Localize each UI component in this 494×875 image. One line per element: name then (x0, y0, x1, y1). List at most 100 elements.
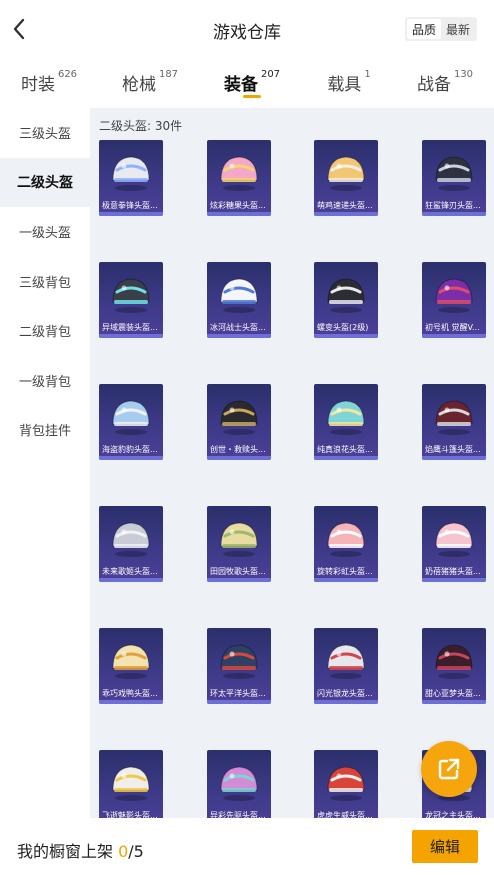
sidebar-item-level2-backpack[interactable]: 二级背包 (0, 306, 90, 356)
item-card[interactable]: 极意拳锋头盔... (99, 140, 163, 216)
item-card[interactable]: 甜心亚梦头盔... (422, 628, 486, 704)
item-name: 焰鹰斗篷头盔... (425, 445, 481, 454)
helmet-icon (220, 644, 258, 679)
quality-bar (422, 334, 486, 338)
helmet-icon (327, 400, 365, 435)
item-name: 初号机 觉醒V... (425, 323, 480, 332)
quality-bar (422, 578, 486, 582)
item-name: 甜心亚梦头盔... (425, 689, 481, 698)
item-card[interactable]: 初号机 觉醒V... (422, 262, 486, 338)
item-name: 异彩先驱头盔... (210, 811, 266, 818)
quality-bar (314, 578, 378, 582)
helmet-icon (435, 156, 473, 191)
item-name: 纯真浪花头盔... (317, 445, 373, 454)
item-card[interactable]: 旋转彩虹头盔... (314, 506, 378, 582)
sort-option-quality[interactable]: 品质 (407, 19, 441, 39)
sort-toggle[interactable]: 品质 最新 (405, 17, 477, 41)
quality-bar (99, 456, 163, 460)
item-name: 闪光银龙头盔... (317, 689, 373, 698)
item-card[interactable]: 纯真浪花头盔... (314, 384, 378, 460)
tab-vehicles[interactable]: 载具 1 (302, 58, 396, 108)
item-card[interactable]: 未来歌姬头盔... (99, 506, 163, 582)
quality-bar (314, 212, 378, 216)
helmet-icon (220, 522, 258, 557)
item-card[interactable]: 异彩先驱头盔... (207, 750, 271, 818)
item-name: 螺变头盔(2级) (317, 323, 369, 332)
item-card[interactable]: 焰鹰斗篷头盔... (422, 384, 486, 460)
edit-button[interactable]: 编辑 (412, 830, 478, 863)
tab-fashion[interactable]: 时装 626 (0, 58, 98, 108)
sidebar-item-level1-helmet[interactable]: 一级头盔 (0, 207, 90, 257)
item-grid-panel: 二级头盔: 30件 极意拳锋头盔... 炫彩糖果头盔... 萌鸡速递头盔... 狂鲨锋… (90, 108, 494, 818)
item-name: 飞逝魅影头盔... (102, 811, 158, 818)
bottom-bar: 我的橱窗上架 0/5 编辑 (0, 818, 494, 875)
quality-bar (99, 334, 163, 338)
item-name: 萌鸡速递头盔... (317, 201, 373, 210)
item-card[interactable]: 环太平洋头盔... (207, 628, 271, 704)
item-card[interactable]: 乖巧戏鸭头盔... (99, 628, 163, 704)
helmet-icon (112, 156, 150, 191)
item-card[interactable]: 海盗豹豹头盔... (99, 384, 163, 460)
sidebar: 三级头盔 二级头盔 一级头盔 三级背包 二级背包 一级背包 背包挂件 (0, 108, 90, 818)
quality-bar (422, 212, 486, 216)
tab-supplies[interactable]: 战备 130 (396, 58, 494, 108)
quality-bar (99, 700, 163, 704)
quality-bar (314, 700, 378, 704)
quality-bar (99, 212, 163, 216)
share-button[interactable] (421, 741, 477, 797)
item-name: 龙冠之主头盔... (425, 811, 481, 818)
item-card[interactable]: 狂鲨锋刃头盔... (422, 140, 486, 216)
item-card[interactable]: 奶蓓猪猪头盔... (422, 506, 486, 582)
item-name: 炫彩糖果头盔... (210, 201, 266, 210)
sort-option-latest[interactable]: 最新 (441, 19, 475, 39)
helmet-icon (220, 156, 258, 191)
quality-bar (207, 212, 271, 216)
quality-bar (207, 700, 271, 704)
helmet-icon (327, 766, 365, 801)
item-card[interactable]: 虎虎生威头盔... (314, 750, 378, 818)
item-name: 虎虎生威头盔... (317, 811, 373, 818)
item-card[interactable]: 飞逝魅影头盔... (99, 750, 163, 818)
quality-bar (314, 456, 378, 460)
tab-equipment[interactable]: 装备 207 (202, 58, 302, 108)
helmet-icon (327, 278, 365, 313)
item-name: 创世・救赎头... (210, 445, 266, 454)
item-name: 环太平洋头盔... (210, 689, 266, 698)
helmet-icon (220, 766, 258, 801)
helmet-icon (112, 644, 150, 679)
helmet-icon (435, 278, 473, 313)
item-name: 异域震装头盔... (102, 323, 158, 332)
item-card[interactable]: 异域震装头盔... (99, 262, 163, 338)
item-card[interactable]: 萌鸡速递头盔... (314, 140, 378, 216)
sidebar-item-level3-helmet[interactable]: 三级头盔 (0, 108, 90, 158)
active-tab-indicator (243, 95, 261, 98)
item-card[interactable]: 创世・救赎头... (207, 384, 271, 460)
item-card[interactable]: 炫彩糖果头盔... (207, 140, 271, 216)
item-name: 冰河战士头盔... (210, 323, 266, 332)
quality-bar (207, 456, 271, 460)
sidebar-item-level1-backpack[interactable]: 一级背包 (0, 356, 90, 406)
quality-bar (99, 578, 163, 582)
sidebar-item-level3-backpack[interactable]: 三级背包 (0, 257, 90, 307)
helmet-icon (112, 522, 150, 557)
item-card[interactable]: 冰河战士头盔... (207, 262, 271, 338)
quality-bar (422, 456, 486, 460)
helmet-icon (327, 156, 365, 191)
tab-guns[interactable]: 枪械 187 (98, 58, 202, 108)
helmet-icon (112, 766, 150, 801)
helmet-icon (220, 400, 258, 435)
item-name: 旋转彩虹头盔... (317, 567, 373, 576)
sidebar-item-backpack-charm[interactable]: 背包挂件 (0, 405, 90, 455)
item-name: 乖巧戏鸭头盔... (102, 689, 158, 698)
quality-bar (207, 334, 271, 338)
item-card[interactable]: 田园牧歌头盔... (207, 506, 271, 582)
item-card[interactable]: 闪光银龙头盔... (314, 628, 378, 704)
helmet-icon (112, 278, 150, 313)
sidebar-item-level2-helmet[interactable]: 二级头盔 (0, 157, 90, 207)
helmet-icon (435, 400, 473, 435)
category-tabs: 时装 626 枪械 187 装备 207 载具 1 战备 130 (0, 58, 494, 108)
helmet-icon (327, 644, 365, 679)
item-card[interactable]: 螺变头盔(2级) (314, 262, 378, 338)
item-name: 未来歌姬头盔... (102, 567, 158, 576)
quality-bar (422, 700, 486, 704)
